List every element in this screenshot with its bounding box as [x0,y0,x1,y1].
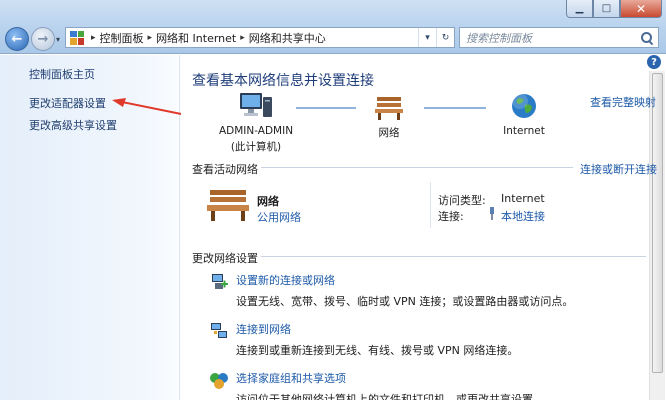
breadcrumb-network-internet[interactable]: 网络和 Internet [156,30,236,46]
bench-icon [207,190,249,221]
computer-sub: (此计算机) [230,141,282,153]
control-panel-icon [70,30,84,45]
computer-name: ADMIN-ADMIN [218,125,294,137]
breadcrumb-control-panel[interactable]: 控制面板 [100,30,144,46]
minimize-button[interactable]: ▁ [566,0,593,18]
window-controls: ▁ □ ✕ [566,0,662,18]
homegroup-link[interactable]: 选择家庭组和共享选项 [236,370,544,386]
connect-network-desc: 连接到或重新连接到无线、有线、拨号或 VPN 网络连接。 [236,344,519,357]
sidebar-item-change-adapter-settings[interactable]: 更改适配器设置 [29,95,106,111]
view-full-map-link[interactable]: 查看完整映射 [590,94,656,110]
history-dropdown-icon[interactable]: ▾ [56,35,60,44]
connect-network-link[interactable]: 连接到网络 [236,321,518,337]
scrollbar[interactable] [649,71,665,400]
chevron-right-icon[interactable]: ▸ [148,33,153,43]
sidebar-item-control-panel-home[interactable]: 控制面板主页 [29,66,95,82]
connect-disconnect-link[interactable]: 连接或断开连接 [580,161,657,177]
maximize-button[interactable]: □ [593,0,620,18]
search-placeholder: 搜索控制面板 [466,31,532,45]
vertical-divider [430,182,431,228]
chevron-right-icon[interactable]: ▸ [240,33,245,43]
arrow-right-icon: → [37,31,49,47]
map-node-network[interactable]: 网络 [359,93,419,140]
network-type-link[interactable]: 公用网络 [257,209,301,225]
sidebar-item-change-advanced-sharing[interactable]: 更改高级共享设置 [29,117,117,133]
section-divider [261,256,646,257]
network-adapter-icon [488,207,496,220]
chevron-right-icon[interactable]: ▸ [91,33,96,43]
scrollbar-thumb[interactable] [652,73,663,373]
map-node-internet[interactable]: Internet [489,91,559,137]
connect-network-icon [211,323,227,338]
search-icon[interactable] [640,31,654,45]
map-node-computer[interactable]: ADMIN-ADMIN (此计算机) [211,91,301,154]
address-dropdown-icon[interactable]: ▾ [418,28,436,47]
access-type-value: Internet [501,192,545,205]
globe-icon [512,93,536,118]
help-icon[interactable]: ? [647,55,661,69]
main-panel: ? 查看基本网络信息并设置连接 查看完整映射 ADMIN-ADMIN (此计算机… [181,55,666,400]
bench-icon [375,97,403,120]
network-label: 网络 [378,127,400,139]
task-connect-network: 连接到网络 连接到或重新连接到无线、有线、拨号或 VPN 网络连接。 [236,321,518,358]
homegroup-desc: 访问位于其他网络计算机上的文件和打印机，或更改共享设置。 [236,393,544,400]
close-button[interactable]: ✕ [620,0,662,18]
back-button[interactable]: ← [5,27,29,51]
task-homegroup: 选择家庭组和共享选项 访问位于其他网络计算机上的文件和打印机，或更改共享设置。 [236,370,544,400]
local-connection-link[interactable]: 本地连接 [501,208,545,224]
arrow-left-icon: ← [11,31,23,47]
active-networks-heading: 查看活动网络 [192,163,258,176]
map-connector-2 [424,107,486,109]
refresh-icon[interactable]: ↻ [436,28,454,47]
change-settings-heading: 更改网络设置 [192,252,258,265]
computer-icon [240,93,272,117]
setup-connection-desc: 设置无线、宽带、拨号、临时或 VPN 连接；或设置路由器或访问点。 [236,295,574,308]
task-setup-connection: 设置新的连接或网络 设置无线、宽带、拨号、临时或 VPN 连接；或设置路由器或访… [236,272,573,309]
map-connector-1 [296,107,356,109]
homegroup-icon [210,373,228,389]
window-titlebar: ▁ □ ✕ ← → ▾ ▸ 控制面板 ▸ 网络和 Internet ▸ 网络和共… [0,0,666,54]
search-input[interactable]: 搜索控制面板 [459,27,659,48]
internet-label: Internet [503,125,545,137]
connection-label: 连接: [438,210,464,223]
section-divider [261,167,573,168]
breadcrumb-network-sharing-center[interactable]: 网络和共享中心 [249,30,326,46]
page-title: 查看基本网络信息并设置连接 [192,73,374,89]
address-bar[interactable]: ▸ 控制面板 ▸ 网络和 Internet ▸ 网络和共享中心 ▾ ↻ [65,27,455,48]
active-network-name: 网络 [257,195,279,208]
forward-button[interactable]: → [31,27,55,51]
new-connection-icon [212,274,228,289]
access-type-label: 访问类型: [438,194,486,207]
setup-connection-link[interactable]: 设置新的连接或网络 [236,272,573,288]
